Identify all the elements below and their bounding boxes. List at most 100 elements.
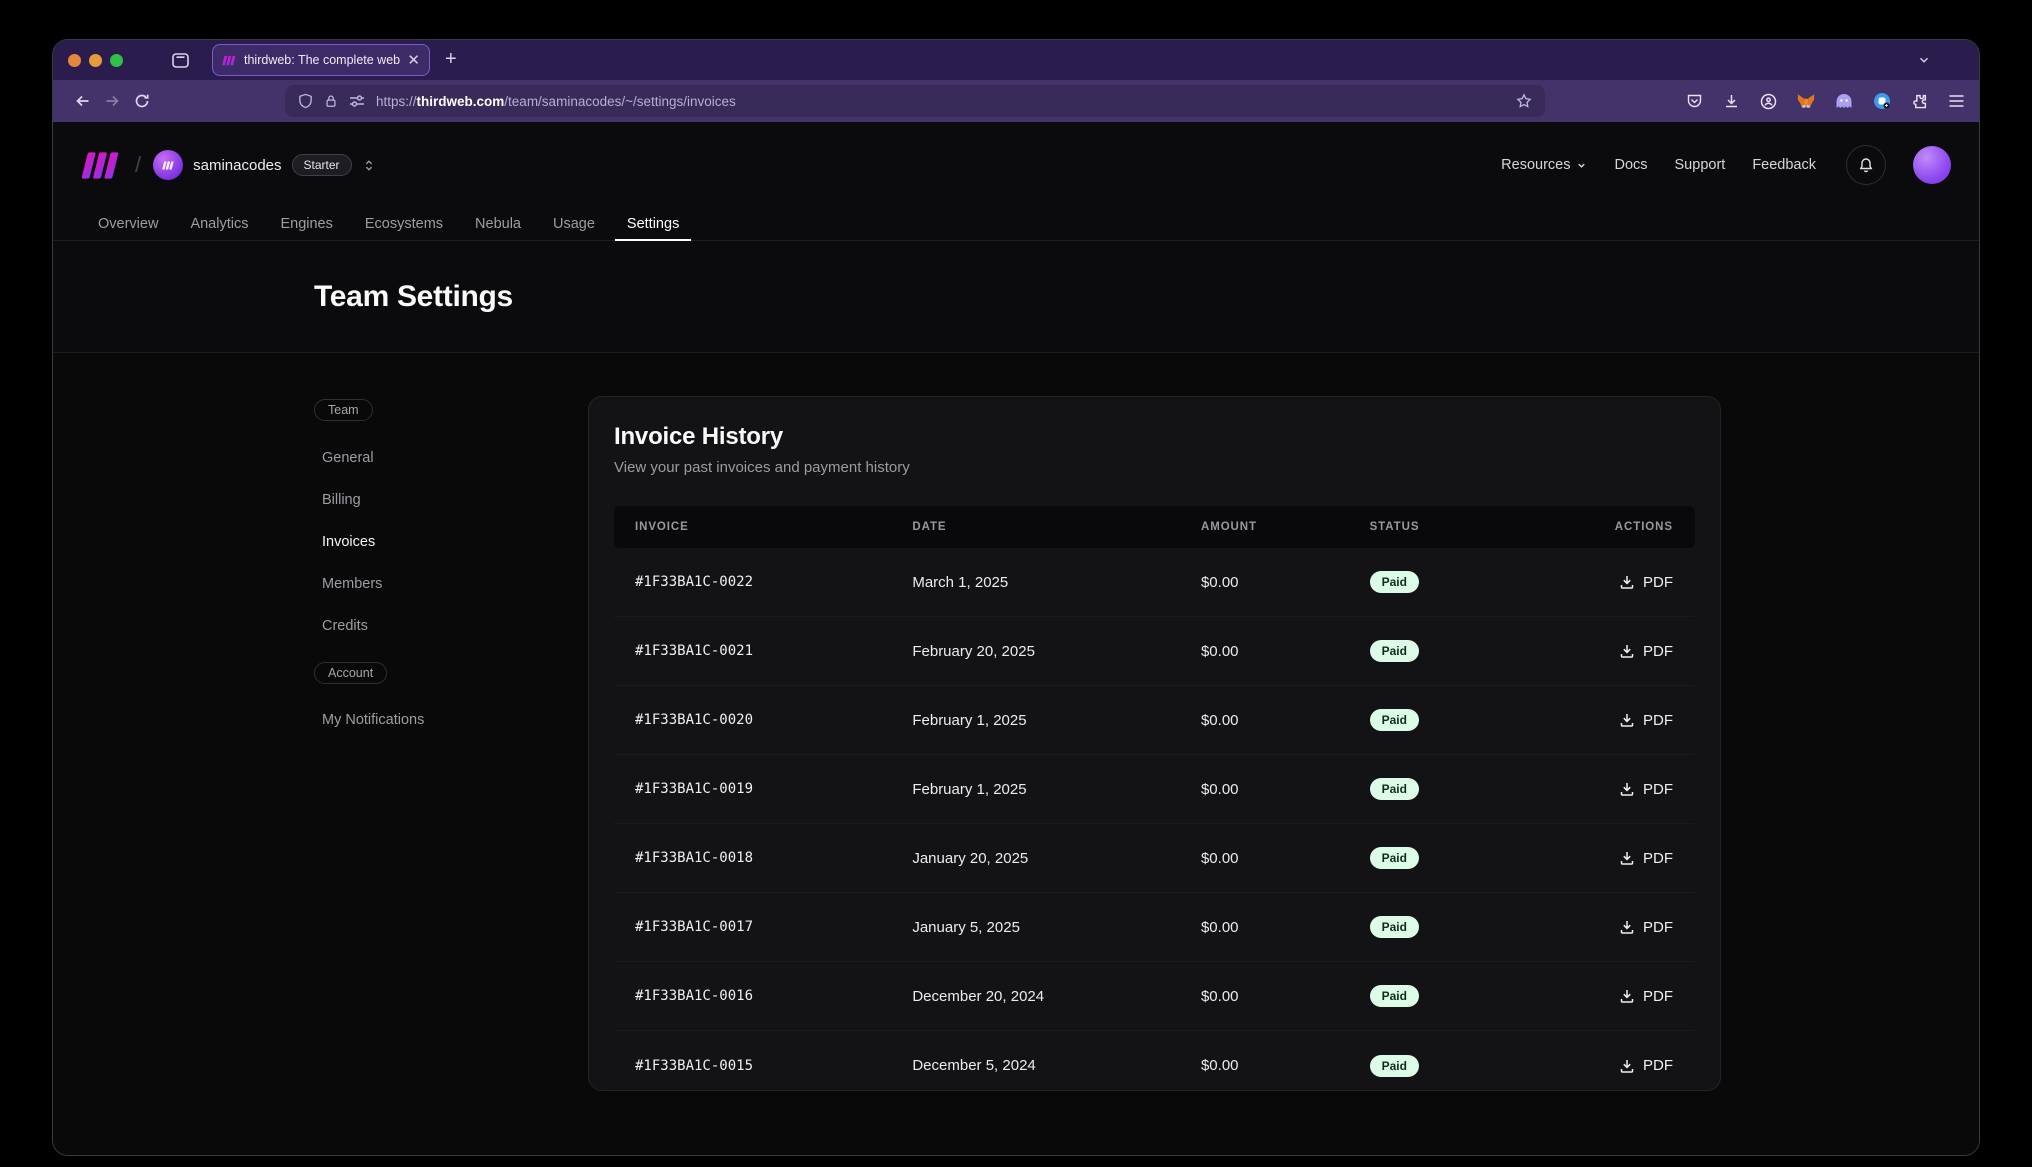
- invoice-date: February 1, 2025: [912, 781, 1201, 798]
- browser-toolbar: https://thirdweb.com/team/saminacodes/~/…: [53, 80, 1979, 122]
- table-row: #1F33BA1C-0020 February 1, 2025 $0.00 Pa…: [614, 686, 1695, 755]
- download-pdf-button[interactable]: PDF: [1564, 988, 1673, 1005]
- status-badge: Paid: [1370, 709, 1419, 731]
- download-pdf-button[interactable]: PDF: [1564, 574, 1673, 591]
- tab-title: thirdweb: The complete web3 d: [244, 53, 400, 67]
- sidebar-item-general[interactable]: General: [314, 437, 524, 479]
- tab-list-chevron-down-icon[interactable]: [1917, 53, 1931, 67]
- chevron-down-icon: [1576, 160, 1587, 171]
- download-pdf-button[interactable]: PDF: [1564, 1057, 1673, 1074]
- pocket-icon[interactable]: [1686, 93, 1703, 109]
- tab-ecosystems[interactable]: Ecosystems: [365, 208, 443, 240]
- invoice-date: December 5, 2024: [912, 1057, 1201, 1074]
- page-title-band: Team Settings: [53, 241, 1979, 353]
- download-icon: [1619, 919, 1635, 935]
- browser-window: thirdweb: The complete web3 d ✕ +: [52, 39, 1980, 1156]
- team-switcher[interactable]: saminacodes Starter: [153, 150, 375, 180]
- resources-menu[interactable]: Resources: [1501, 157, 1587, 173]
- invoice-table-header: INVOICE DATE AMOUNT STATUS ACTIONS: [614, 506, 1695, 548]
- invoice-amount: $0.00: [1201, 643, 1370, 660]
- sidebar-section-account: Account: [314, 662, 387, 684]
- new-tab-button[interactable]: +: [445, 48, 457, 71]
- sidebar-item-my-notifications[interactable]: My Notifications: [314, 699, 524, 741]
- user-avatar[interactable]: [1913, 146, 1951, 184]
- tab-usage[interactable]: Usage: [553, 208, 595, 240]
- docs-link[interactable]: Docs: [1614, 157, 1647, 173]
- download-pdf-button[interactable]: PDF: [1564, 712, 1673, 729]
- support-link[interactable]: Support: [1675, 157, 1726, 173]
- tab-close-icon[interactable]: ✕: [407, 53, 420, 68]
- extension-toolbar: [1686, 92, 1965, 110]
- forward-icon[interactable]: [97, 93, 127, 109]
- notifications-button[interactable]: [1846, 145, 1886, 185]
- sidebar-item-credits[interactable]: Credits: [314, 605, 524, 647]
- table-row: #1F33BA1C-0015 December 5, 2024 $0.00 Pa…: [614, 1031, 1695, 1091]
- status-badge: Paid: [1370, 640, 1419, 662]
- invoice-id: #1F33BA1C-0020: [614, 712, 912, 728]
- menu-hamburger-icon[interactable]: [1948, 94, 1965, 108]
- invoice-amount: $0.00: [1201, 574, 1370, 591]
- tab-settings[interactable]: Settings: [627, 208, 679, 240]
- download-icon: [1619, 574, 1635, 590]
- download-pdf-button[interactable]: PDF: [1564, 850, 1673, 867]
- status-badge: Paid: [1370, 985, 1419, 1007]
- card-title: Invoice History: [614, 423, 1695, 451]
- invoice-id: #1F33BA1C-0021: [614, 643, 912, 659]
- url-bar[interactable]: https://thirdweb.com/team/saminacodes/~/…: [285, 85, 1545, 117]
- extensions-puzzle-icon[interactable]: [1911, 93, 1928, 110]
- reload-icon[interactable]: [127, 93, 157, 109]
- window-controls: [53, 54, 123, 67]
- thirdweb-logo[interactable]: [81, 152, 123, 179]
- column-header-date: DATE: [912, 521, 1201, 533]
- sidebar-item-billing[interactable]: Billing: [314, 479, 524, 521]
- back-icon[interactable]: [67, 93, 97, 109]
- table-row: #1F33BA1C-0019 February 1, 2025 $0.00 Pa…: [614, 755, 1695, 824]
- download-pdf-button[interactable]: PDF: [1564, 919, 1673, 936]
- card-subtitle: View your past invoices and payment hist…: [614, 459, 1695, 476]
- tab-favicon-thirdweb-icon: [222, 55, 237, 66]
- status-badge: Paid: [1370, 847, 1419, 869]
- phantom-icon[interactable]: [1835, 93, 1853, 110]
- invoice-table-body: #1F33BA1C-0022 March 1, 2025 $0.00 Paid …: [614, 548, 1695, 1091]
- invoice-id: #1F33BA1C-0015: [614, 1058, 912, 1074]
- tab-analytics[interactable]: Analytics: [190, 208, 248, 240]
- browser-tab[interactable]: thirdweb: The complete web3 d ✕: [212, 44, 430, 76]
- firefox-view-icon[interactable]: [172, 53, 189, 68]
- account-icon[interactable]: [1760, 93, 1777, 110]
- tab-overview[interactable]: Overview: [98, 208, 158, 240]
- page-title: Team Settings: [314, 280, 513, 314]
- download-icon: [1619, 712, 1635, 728]
- bell-icon: [1858, 157, 1874, 174]
- sidebar-item-invoices[interactable]: Invoices: [314, 521, 524, 563]
- invoice-amount: $0.00: [1201, 919, 1370, 936]
- download-pdf-button[interactable]: PDF: [1564, 781, 1673, 798]
- tracking-protection-shield-icon[interactable]: [298, 93, 313, 109]
- invoice-amount: $0.00: [1201, 988, 1370, 1005]
- invoice-date: January 20, 2025: [912, 850, 1201, 867]
- downloads-icon[interactable]: [1723, 93, 1740, 109]
- invoice-id: #1F33BA1C-0022: [614, 574, 912, 590]
- feedback-link[interactable]: Feedback: [1752, 157, 1816, 173]
- tab-engines[interactable]: Engines: [280, 208, 332, 240]
- invoice-date: December 20, 2024: [912, 988, 1201, 1005]
- minimize-window-button[interactable]: [89, 54, 102, 67]
- table-row: #1F33BA1C-0016 December 20, 2024 $0.00 P…: [614, 962, 1695, 1031]
- download-pdf-button[interactable]: PDF: [1564, 643, 1673, 660]
- invoice-amount: $0.00: [1201, 781, 1370, 798]
- bookmark-star-icon[interactable]: [1516, 93, 1532, 109]
- zoom-window-button[interactable]: [110, 54, 123, 67]
- column-header-status: STATUS: [1370, 521, 1565, 533]
- sidebar-section-team: Team: [314, 399, 373, 421]
- settings-content: Team General Billing Invoices Members Cr…: [53, 353, 1979, 1155]
- sidebar-item-members[interactable]: Members: [314, 563, 524, 605]
- wallet-icon[interactable]: [1873, 92, 1891, 110]
- close-window-button[interactable]: [68, 54, 81, 67]
- lock-icon[interactable]: [324, 93, 338, 109]
- invoice-date: January 5, 2025: [912, 919, 1201, 936]
- invoice-id: #1F33BA1C-0019: [614, 781, 912, 797]
- invoice-amount: $0.00: [1201, 1057, 1370, 1074]
- table-row: #1F33BA1C-0022 March 1, 2025 $0.00 Paid …: [614, 548, 1695, 617]
- permissions-sliders-icon[interactable]: [349, 94, 365, 108]
- tab-nebula[interactable]: Nebula: [475, 208, 521, 240]
- metamask-icon[interactable]: [1797, 93, 1815, 110]
